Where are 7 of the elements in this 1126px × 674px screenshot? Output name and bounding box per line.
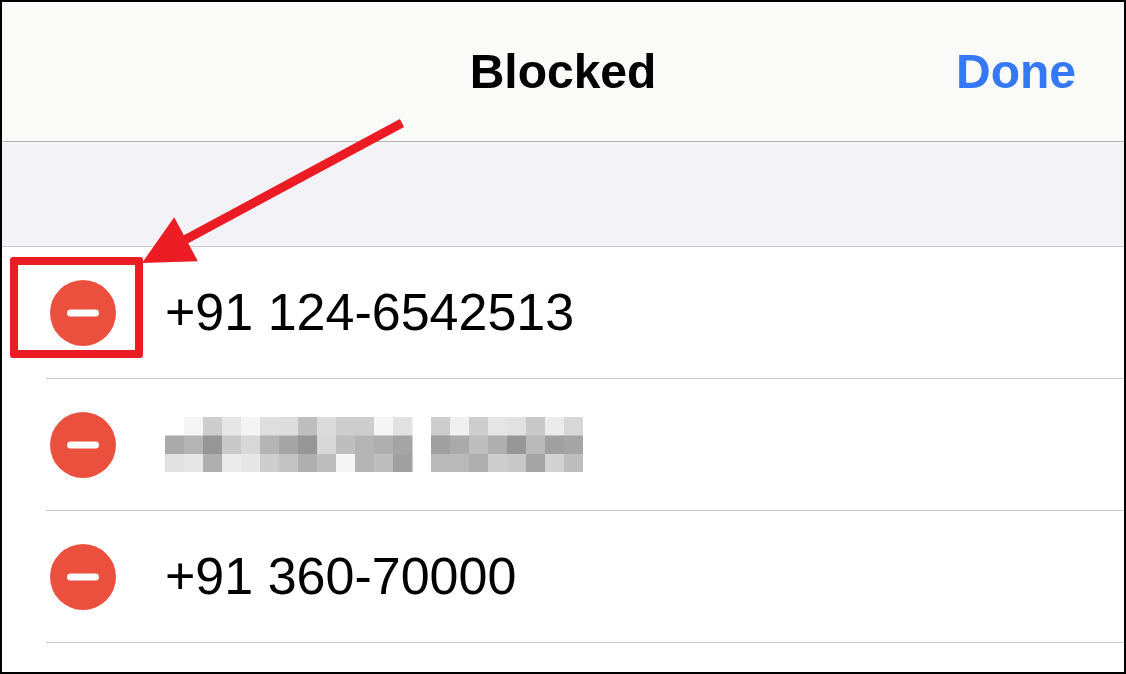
- phone-number: +91 360-70000: [165, 547, 517, 606]
- done-button[interactable]: Done: [952, 44, 1080, 99]
- minus-circle-icon[interactable]: [50, 279, 116, 346]
- phone-number: +91 124-6542513: [165, 283, 575, 342]
- minus-circle-icon[interactable]: [50, 543, 116, 610]
- screen-title: Blocked: [469, 44, 657, 99]
- minus-circle-icon[interactable]: [50, 411, 116, 478]
